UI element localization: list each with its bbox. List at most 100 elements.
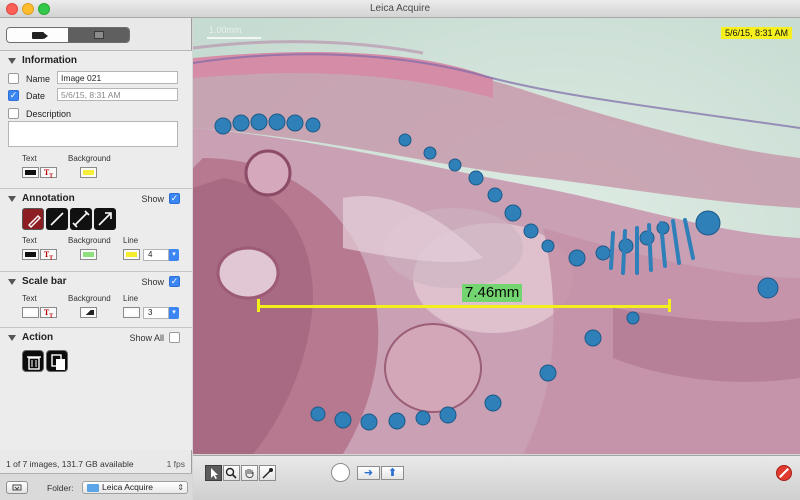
disclosure-triangle-icon xyxy=(8,57,16,64)
date-label: Date xyxy=(26,90,46,101)
name-label: Name xyxy=(26,73,51,84)
fps-readout: 1 fps xyxy=(166,459,185,469)
measurement-line[interactable] xyxy=(257,305,670,308)
scale-line-width-value[interactable]: 3 xyxy=(143,307,169,319)
folder-label: Folder: xyxy=(47,483,74,493)
send-right-button[interactable]: ➜ xyxy=(357,466,380,480)
annotation-header[interactable]: Annotation xyxy=(8,193,75,204)
information-title: Information xyxy=(22,55,77,66)
scale-text-color-well[interactable] xyxy=(22,307,39,318)
action-header[interactable]: Action xyxy=(8,332,53,343)
folder-menu-button[interactable] xyxy=(6,481,28,494)
info-background-color-well[interactable] xyxy=(80,167,97,178)
tab-live-video[interactable] xyxy=(7,28,68,42)
description-checkbox[interactable] xyxy=(8,108,19,119)
disclosure-triangle-icon xyxy=(8,195,16,202)
description-label: Description xyxy=(26,108,72,119)
name-checkbox[interactable] xyxy=(8,73,19,84)
scale-line-color-well[interactable] xyxy=(123,307,140,318)
annotation-show-checkbox[interactable]: ✓ xyxy=(169,193,180,204)
scale-bar-label: 1.00mm xyxy=(209,25,242,35)
capture-round-button[interactable] xyxy=(331,463,350,482)
pen-tool-button[interactable] xyxy=(22,208,44,230)
pen-icon xyxy=(28,215,41,228)
annotation-text-label: Text xyxy=(22,236,37,245)
video-camera-icon xyxy=(31,31,48,39)
timestamp-overlay[interactable]: 5/6/15, 8:31 AM xyxy=(720,27,792,39)
sidebar: Information Name Image 021 ✓ Date 5/6/15… xyxy=(0,18,192,500)
scale-background-label: Background xyxy=(68,294,111,303)
show-all-checkbox[interactable] xyxy=(169,332,180,343)
hand-icon xyxy=(245,469,254,479)
mode-segmented-control xyxy=(6,27,130,43)
name-field[interactable]: Image 021 xyxy=(57,71,178,84)
scale-bar xyxy=(207,37,261,39)
eyedropper-tool-button[interactable] xyxy=(259,465,276,481)
window-titlebar: Leica Acquire xyxy=(0,0,800,18)
measurement-end-handle[interactable] xyxy=(668,299,671,312)
annotation-tool-group xyxy=(22,208,122,230)
stop-icon[interactable] xyxy=(776,465,792,481)
scale-bar-header[interactable]: Scale bar xyxy=(8,276,66,287)
eyedropper-icon xyxy=(262,468,273,479)
information-header[interactable]: Information xyxy=(8,55,77,66)
arrow-tool-button[interactable] xyxy=(94,208,116,230)
line-tool-button[interactable] xyxy=(46,208,68,230)
image-viewport[interactable]: 1.00mm 5/6/15, 8:31 AM 7.46mm xyxy=(193,18,800,454)
scale-background-color-well[interactable] xyxy=(80,307,97,318)
delete-button[interactable] xyxy=(22,350,44,372)
scale-line-width-stepper[interactable]: 3 ▾ xyxy=(143,307,179,319)
window-title: Leica Acquire xyxy=(369,3,431,14)
scale-bar-title: Scale bar xyxy=(22,276,67,287)
annotation-line-label: Line xyxy=(123,236,139,245)
move-up-button[interactable]: ⬆ xyxy=(381,466,404,480)
copy-icon xyxy=(51,354,65,370)
description-field[interactable] xyxy=(8,121,178,147)
copy-button[interactable] xyxy=(46,350,68,372)
measurement-label[interactable]: 7.46mm xyxy=(462,284,523,302)
annotation-background-color-well[interactable] xyxy=(80,249,97,260)
date-checkbox[interactable]: ✓ xyxy=(8,90,19,101)
arrow-icon xyxy=(98,212,112,226)
info-font-button[interactable]: TT xyxy=(40,167,57,180)
magnifier-icon xyxy=(225,467,237,479)
annotation-line-width-stepper[interactable]: 4 ▾ xyxy=(143,249,179,261)
annotation-title: Annotation xyxy=(22,193,75,204)
folder-select-value: Leica Acquire xyxy=(102,482,154,492)
date-field[interactable]: 5/6/15, 8:31 AM xyxy=(57,88,178,101)
tab-capture[interactable] xyxy=(68,28,129,42)
action-section: Action Show All xyxy=(0,328,192,451)
zoom-tool-button[interactable] xyxy=(223,465,240,481)
scale-bar-show-checkbox[interactable]: ✓ xyxy=(169,276,180,287)
scale-font-button[interactable]: TT xyxy=(40,307,57,320)
info-text-color-well[interactable] xyxy=(22,167,39,178)
folder-bar: Folder: Leica Acquire ⇕ xyxy=(0,473,192,500)
annotation-font-button[interactable]: TT xyxy=(40,249,57,262)
annotation-line-width-value[interactable]: 4 xyxy=(143,249,169,261)
chevron-updown-icon[interactable]: ▾ xyxy=(169,307,179,319)
storage-status: 1 of 7 images, 131.7 GB available xyxy=(6,459,134,469)
line-icon xyxy=(50,212,64,226)
scale-text-label: Text xyxy=(22,294,37,303)
annotation-show-label: Show xyxy=(141,193,164,204)
disclosure-triangle-icon xyxy=(8,334,16,341)
disclosure-triangle-icon xyxy=(8,278,16,285)
annotation-line-color-well[interactable] xyxy=(123,249,140,260)
scale-bar-section: Scale bar Show ✓ Text Background Line TT… xyxy=(0,272,192,328)
tray-icon xyxy=(12,484,22,491)
bar-tool-button[interactable] xyxy=(70,208,92,230)
action-title: Action xyxy=(22,332,54,343)
pan-tool-button[interactable] xyxy=(241,465,258,481)
bar-ends-icon xyxy=(72,210,90,228)
show-all-label: Show All xyxy=(129,332,164,343)
microscope-image xyxy=(193,18,800,454)
pointer-tool-button[interactable] xyxy=(205,465,222,481)
folder-select[interactable]: Leica Acquire ⇕ xyxy=(82,481,188,494)
annotation-section: Annotation Show ✓ Text Background Line T… xyxy=(0,189,192,272)
annotation-text-color-well[interactable] xyxy=(22,249,39,260)
scale-bar-show-label: Show xyxy=(141,276,164,287)
chevron-updown-icon[interactable]: ▾ xyxy=(169,249,179,261)
measurement-start-handle[interactable] xyxy=(257,299,260,312)
settings-panel: Information Name Image 021 ✓ Date 5/6/15… xyxy=(0,50,192,450)
right-arrow-icon: ➜ xyxy=(363,467,374,479)
